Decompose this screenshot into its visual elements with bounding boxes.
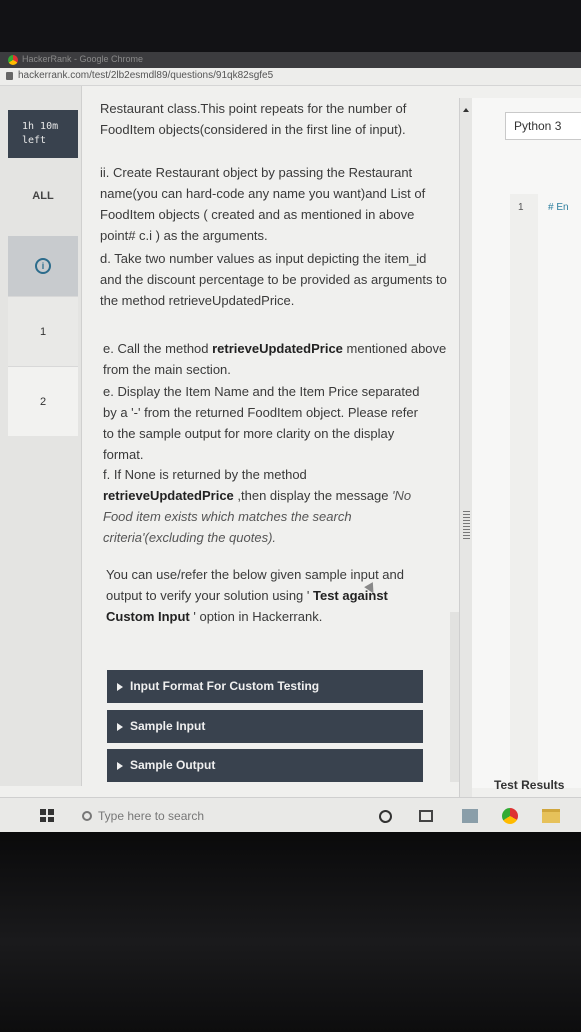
sample-input-toggle[interactable]: Sample Input — [107, 710, 423, 743]
problem-paragraph: e. Call the method retrieveUpdatedPrice … — [103, 338, 453, 380]
scroll-up-icon[interactable] — [463, 108, 469, 112]
search-icon — [82, 811, 92, 821]
timer-label: left — [22, 135, 47, 146]
toggle-label: Input Format For Custom Testing — [130, 679, 320, 693]
caret-right-icon — [117, 761, 123, 770]
info-icon: i — [35, 258, 51, 274]
taskbar-search-box[interactable]: Type here to search — [82, 805, 342, 827]
timer-value: 1h 10m — [22, 121, 59, 132]
language-select[interactable]: Python 3 — [505, 112, 581, 140]
rail-item-question-2[interactable]: 2 — [8, 366, 78, 436]
app-icon[interactable] — [462, 809, 478, 823]
code-editor-panel: Python 3 1 # En Test Results — [472, 98, 581, 792]
toggle-label: Sample Output — [130, 758, 216, 772]
problem-paragraph: f. If None is returned by the method ret… — [103, 464, 423, 548]
file-explorer-icon[interactable] — [542, 809, 560, 823]
toggle-label: Sample Input — [130, 719, 206, 733]
text-span: ,then display the message — [233, 488, 393, 503]
chrome-icon — [8, 55, 18, 65]
windows-taskbar: Type here to search — [0, 797, 581, 832]
line-gutter — [510, 194, 538, 784]
task-view-icon[interactable] — [419, 810, 433, 822]
panel-splitter[interactable] — [459, 98, 472, 798]
rail-item-info[interactable]: i — [8, 236, 78, 296]
text-span: f. If None is returned by the method — [103, 467, 307, 482]
code-line[interactable]: # En — [548, 202, 569, 213]
sample-output-toggle[interactable]: Sample Output — [107, 749, 423, 782]
method-name: retrieveUpdatedPrice — [212, 341, 343, 356]
rail-item-question-1[interactable]: 1 — [8, 296, 78, 366]
test-results-label[interactable]: Test Results — [494, 778, 564, 792]
drag-handle-icon[interactable] — [463, 511, 470, 541]
cortana-icon[interactable] — [379, 810, 392, 823]
problem-statement-panel: Restaurant class.This point repeats for … — [94, 98, 460, 798]
problem-paragraph: You can use/refer the below given sample… — [106, 564, 416, 627]
browser-title: HackerRank - Google Chrome — [22, 54, 144, 64]
question-2-label: 2 — [39, 395, 47, 408]
lock-icon — [6, 72, 13, 80]
chrome-icon[interactable] — [502, 808, 518, 824]
url-text[interactable]: hackerrank.com/test/2lb2esmdl89/question… — [18, 70, 273, 81]
line-number: 1 — [518, 202, 524, 213]
problem-paragraph: ii. Create Restaurant object by passing … — [100, 165, 426, 243]
monitor-top-bezel — [0, 0, 581, 52]
caret-right-icon — [117, 722, 123, 731]
text-span: e. Call the method — [103, 341, 213, 356]
windows-start-icon[interactable] — [40, 809, 54, 822]
language-value: Python 3 — [514, 119, 562, 133]
rail-all-label: ALL — [32, 190, 54, 202]
address-bar[interactable]: hackerrank.com/test/2lb2esmdl89/question… — [0, 68, 581, 86]
text-span: ' option in Hackerrank. — [189, 609, 323, 624]
rail-item-all[interactable]: ALL — [8, 166, 78, 226]
problem-paragraph: Restaurant class.This point repeats for … — [100, 101, 407, 137]
method-name: retrieveUpdatedPrice — [103, 488, 234, 503]
problem-scrollbar[interactable] — [450, 612, 459, 782]
caret-right-icon — [117, 682, 123, 691]
screen: HackerRank - Google Chrome hackerrank.co… — [0, 52, 581, 832]
search-placeholder: Type here to search — [98, 809, 205, 823]
question-navigation-rail: 1h 10m left ALL i 1 2 — [0, 86, 82, 786]
browser-title-bar: HackerRank - Google Chrome — [0, 52, 581, 68]
problem-paragraph: e. Display the Item Name and the Item Pr… — [103, 384, 420, 462]
input-format-toggle[interactable]: Input Format For Custom Testing — [107, 670, 423, 703]
problem-paragraph: d. Take two number values as input depic… — [100, 251, 447, 308]
monitor-bottom-bezel — [0, 832, 581, 1032]
question-1-label: 1 — [39, 325, 47, 338]
time-left-badge: 1h 10m left — [8, 110, 78, 158]
